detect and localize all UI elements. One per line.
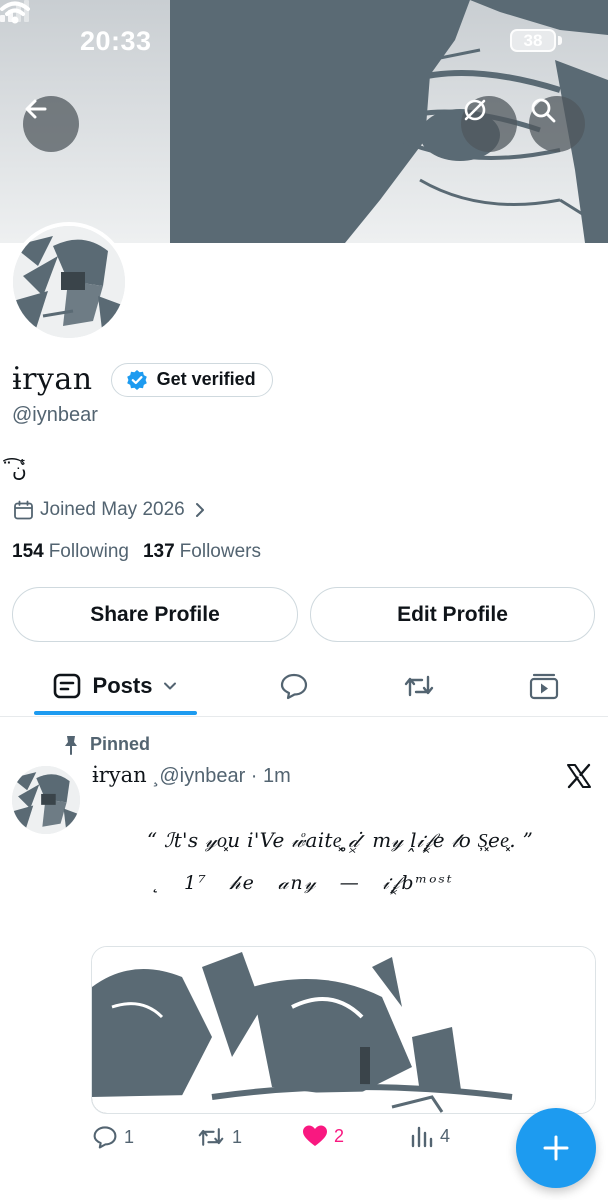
status-bar: 20:33 38 [0,0,608,80]
slashed-circle-icon [464,99,486,121]
tab-reposts[interactable] [389,655,449,717]
active-tab-indicator [34,711,197,715]
replies-icon [280,673,308,700]
calendar-icon [14,500,33,519]
like-count: 2 [334,1125,345,1146]
reply-count: 1 [124,1126,135,1147]
profile-tabs: Posts [0,655,608,717]
display-name: ɨ̇ryan [12,362,93,397]
search-button[interactable] [529,96,585,152]
battery-tip [558,36,562,45]
reply-icon [93,1126,117,1149]
profile-banner: 20:33 38 [0,0,608,243]
profile-bio: ن̈͡ ͑̾ [12,458,34,482]
posts-icon [53,673,80,699]
premium-button[interactable] [461,96,517,152]
view-count: 4 [440,1125,451,1146]
post-author-avatar[interactable] [12,766,80,834]
repost-count: 1 [232,1126,243,1147]
name-row: ɨ̇ryan Get verified [12,362,273,397]
get-verified-label: Get verified [156,369,256,389]
x-logo-icon[interactable] [566,763,592,789]
post-handle-time: ¸@iynbear · 1m [152,765,291,787]
followers-label: Followers [179,541,261,562]
compose-post-button[interactable] [516,1108,596,1188]
post-media-art [92,947,595,1113]
pinned-label: Pinned [90,734,151,754]
avatar-image [13,226,125,338]
post-text-line-1: “ ℐt's 𝓎o͓u i'Ve 𝓌ͦaite͓ ̥𝒹͓ ̇ m𝓎 ḽ𝒾𝒻͓e … [146,828,534,852]
battery-indicator: 38 [510,29,556,52]
edit-profile-button[interactable]: Edit Profile [310,587,595,642]
back-button[interactable] [23,96,79,152]
following-link[interactable]: 154 Following [12,541,129,563]
battery-level: 38 [523,30,543,50]
share-profile-button[interactable]: Share Profile [12,587,298,642]
followers-count: 137 [142,541,175,562]
post-avatar-art [12,766,80,834]
followers-link[interactable]: 137 Followers [143,541,261,563]
repost-button[interactable]: 1 [196,1124,242,1150]
tab-media[interactable] [514,655,574,717]
follow-stats: 154 Following 137 Followers [12,541,275,563]
chevron-right-icon [195,503,204,517]
following-count: 154 [12,541,44,562]
media-icon [529,673,559,700]
pinned-indicator: Pinned [62,734,150,755]
reply-button[interactable]: 1 [92,1124,134,1150]
get-verified-button[interactable]: Get verified [110,362,273,397]
tab-posts-label: Posts [92,673,153,698]
post-media-image[interactable] [91,946,596,1114]
repost-icon [198,1128,224,1146]
tab-posts[interactable]: Posts [34,655,197,717]
arrow-left-icon [25,99,47,119]
joined-date[interactable]: Joined May 2026 [13,499,215,521]
following-label: Following [48,541,129,562]
post-author-name[interactable]: ɨ̇ryan [92,763,147,787]
tab-replies[interactable] [264,655,324,717]
profile-avatar[interactable] [9,222,129,342]
chevron-down-icon [164,682,177,690]
status-time: 20:33 [80,26,152,56]
plus-icon [543,1135,569,1161]
post-text-line-2: ˛ 1⁷ 𝒽e 𝒶n𝓎 — 𝒾𝒻͓bᵐᵒˢᵗ [150,872,454,894]
reposts-icon [404,675,434,697]
views-chart-icon [411,1126,433,1148]
verified-badge-icon [126,369,147,390]
joined-label: Joined May 2026 [40,499,185,520]
post-actions: 1 1 2 4 [92,1124,522,1154]
wifi-icon [0,1,30,24]
avatar-art [13,226,125,338]
like-button[interactable]: 2 [302,1124,344,1148]
profile-handle: @iynbear [12,404,98,426]
post-header: ɨ̇ryan ¸@iynbear · 1m [92,763,291,788]
heart-filled-icon [303,1125,327,1146]
views-button[interactable]: 4 [410,1124,450,1148]
search-icon [531,98,556,123]
pin-icon [65,735,77,755]
